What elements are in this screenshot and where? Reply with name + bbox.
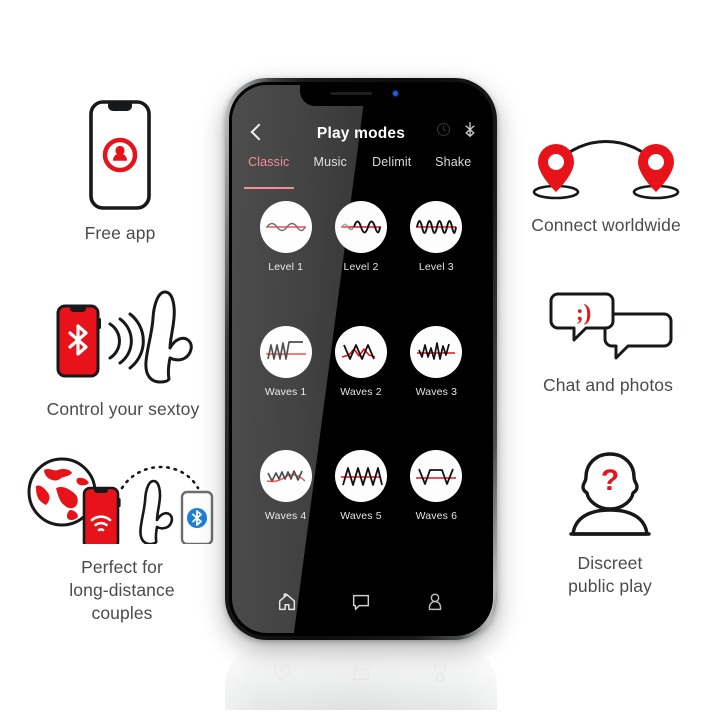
reflection-home-icon [269, 660, 295, 686]
mode-waves-3[interactable]: Waves 3 [399, 325, 474, 451]
anonymous-person-icon: ? [555, 448, 665, 540]
map-pins-arc-icon [516, 136, 696, 202]
app-ui: Play modes Classic Music Delimit Shake L… [232, 85, 490, 633]
chat-bubble-icon[interactable] [348, 589, 374, 615]
feature-long-distance: Perfect for long-distance couples [22, 452, 222, 625]
phone-notch [300, 82, 422, 106]
wave-wide-zigzag-icon [334, 325, 387, 378]
tab-shake[interactable]: Shake [423, 151, 485, 185]
front-camera-dot [393, 91, 398, 96]
mode-tabs: Classic Music Delimit Shake [232, 151, 490, 189]
page-title: Play modes [316, 125, 406, 142]
tab-music[interactable]: Music [300, 151, 362, 185]
mode-label: Waves 6 [415, 510, 458, 523]
mode-waves-5[interactable]: Waves 5 [323, 450, 398, 575]
reflection-person-icon [427, 660, 453, 686]
mode-waves-4[interactable]: Waves 4 [248, 450, 323, 575]
wave-spikes-then-plateau-icon [259, 325, 312, 378]
reflection-chat-icon [348, 660, 374, 686]
person-icon[interactable] [422, 589, 448, 615]
feature-caption: Chat and photos [543, 375, 673, 395]
feature-caption: Discreet public play [568, 553, 652, 597]
play-modes-grid: Level 1 Level 2 Level 3 Waves 1 Waves 2 … [232, 185, 490, 579]
tab-label: Shake [435, 155, 472, 169]
wave-v-plateau-v-icon [410, 450, 463, 503]
feature-caption: Control your sextoy [46, 399, 200, 419]
mode-label: Waves 3 [415, 385, 458, 398]
wave-ripple-zigzag-icon [259, 450, 312, 503]
tab-classic[interactable]: Classic [238, 151, 300, 189]
tab-label: Music [313, 155, 347, 169]
feature-control-sextoy: Control your sextoy [28, 286, 218, 421]
mode-waves-6[interactable]: Waves 6 [399, 450, 474, 575]
promo-page: { "theme": { "accent_red": "#e8131a", "t… [0, 0, 720, 720]
mode-waves-2[interactable]: Waves 2 [323, 325, 398, 451]
reflection-body [225, 644, 497, 710]
svg-text:?: ? [601, 464, 619, 497]
speech-bubbles-icon: ;) [528, 288, 688, 362]
mode-label: Level 1 [268, 261, 304, 273]
tab-active-underline [244, 187, 294, 189]
phone-with-app-logo-icon [89, 100, 151, 210]
tab-delimit[interactable]: Delimit [361, 151, 423, 185]
feature-discreet-public-play: ? Discreet public play [530, 448, 690, 598]
tab-label: Delimit [372, 155, 412, 169]
feature-chat-photos: ;) Chat and photos [518, 288, 698, 397]
phone-mockup: Play modes Classic Music Delimit Shake L… [225, 78, 497, 640]
feature-caption: Connect worldwide [531, 215, 681, 235]
mode-label: Waves 2 [340, 385, 382, 398]
mode-label: Level 2 [343, 261, 379, 273]
phone-reflection [225, 644, 497, 710]
wave-mixed-zigzag-icon [410, 325, 463, 378]
globe-phone-toy-icon [22, 452, 222, 544]
feature-connect-worldwide: Connect worldwide [506, 136, 706, 237]
svg-text:;): ;) [576, 300, 591, 325]
wave-sine-high-icon [410, 201, 463, 253]
mode-level-1[interactable]: Level 1 [248, 201, 323, 326]
feature-free-app: Free app [42, 100, 198, 245]
phone-screen: Play modes Classic Music Delimit Shake L… [232, 85, 490, 633]
wave-sine-low-icon [259, 201, 312, 253]
phone-bluetooth-toy-icon [28, 286, 218, 386]
mode-level-3[interactable]: Level 3 [399, 201, 474, 326]
mode-label: Waves 1 [264, 385, 307, 398]
mode-label: Level 3 [418, 261, 454, 273]
tab-label: Classic [248, 155, 290, 169]
mode-waves-1[interactable]: Waves 1 [248, 325, 323, 451]
feature-caption: Perfect for long-distance couples [69, 557, 175, 624]
wave-sine-mid-icon [334, 201, 387, 253]
bottom-navigation [232, 579, 490, 633]
home-icon[interactable] [274, 589, 300, 615]
feature-caption: Free app [84, 223, 156, 243]
wave-sharp-triangles-icon [334, 450, 387, 503]
mode-level-2[interactable]: Level 2 [323, 201, 398, 326]
mode-label: Waves 5 [340, 510, 382, 523]
reflection-nav [225, 660, 497, 686]
earpiece-speaker [330, 92, 372, 95]
mode-label: Waves 4 [264, 510, 307, 523]
phone-body: Play modes Classic Music Delimit Shake L… [229, 82, 493, 636]
